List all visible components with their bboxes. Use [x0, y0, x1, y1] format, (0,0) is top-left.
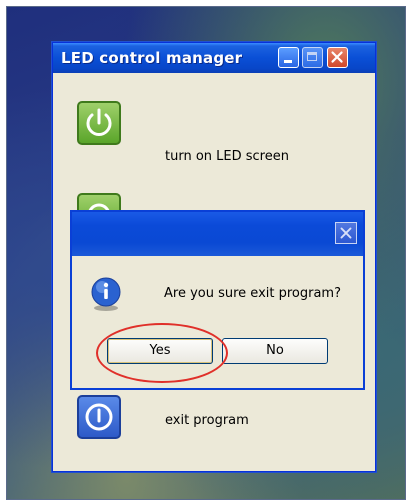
minimize-icon: [284, 60, 292, 63]
maximize-icon: [307, 52, 317, 61]
close-button[interactable]: [327, 47, 348, 68]
exit-program-button[interactable]: [77, 395, 121, 439]
turn-on-label: turn on LED screen: [165, 149, 289, 164]
info-icon: [91, 277, 121, 311]
power-icon: [85, 403, 113, 431]
minimize-button[interactable]: [278, 47, 299, 68]
highlight-circle: [96, 323, 228, 383]
no-button[interactable]: No: [222, 338, 328, 364]
power-icon: [86, 108, 112, 136]
close-icon: [331, 51, 343, 63]
dialog-message: Are you sure exit program?: [164, 286, 341, 301]
dialog-titlebar[interactable]: [72, 212, 363, 256]
dialog-close-button[interactable]: [335, 222, 357, 244]
main-titlebar[interactable]: LED control manager: [53, 43, 375, 73]
turn-on-button[interactable]: [77, 101, 121, 145]
maximize-button[interactable]: [302, 47, 323, 68]
exit-program-label: exit program: [165, 413, 249, 428]
window-title: LED control manager: [61, 49, 243, 67]
close-icon: [340, 227, 352, 239]
